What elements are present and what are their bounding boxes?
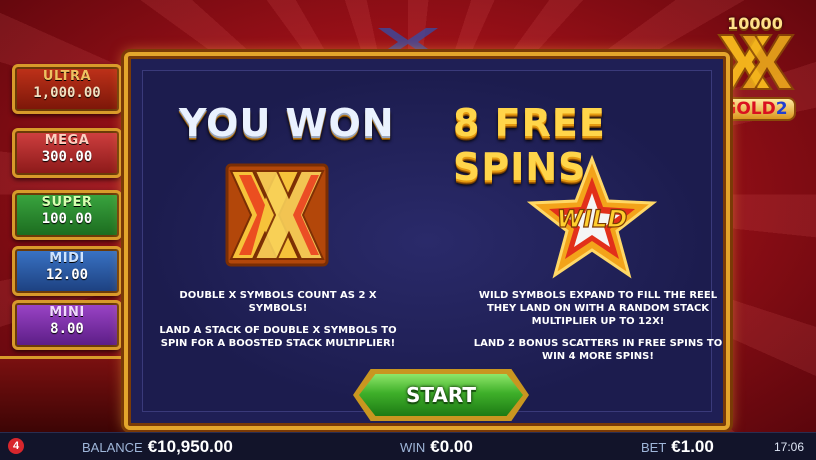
bet-display[interactable]: BET €1.00	[641, 436, 714, 458]
jackpot-super: SUPER 100.00	[12, 190, 122, 240]
wild-label: WILD	[557, 205, 628, 233]
clock-text: 17:06	[774, 440, 805, 454]
side-machine-decoration	[0, 356, 128, 435]
status-bar: BALANCE €10,950.00 WIN €0.00 BET €1.00 17:0…	[0, 432, 816, 460]
jackpot-super-name: SUPER	[41, 195, 93, 210]
wild-text-2: LAND 2 BONUS SCATTERS IN FREE SPINS TO W…	[473, 338, 723, 362]
jackpot-midi-name: MIDI	[49, 251, 85, 266]
double-x-text-2: LAND A STACK OF DOUBLE X SYMBOLS TO SPIN…	[159, 325, 397, 349]
jackpot-midi-value: 12.00	[45, 267, 89, 283]
menu-icon[interactable]: 4	[6, 436, 26, 456]
logo-multiplier: 10000	[727, 14, 783, 33]
jackpot-mini-name: MINI	[49, 305, 85, 320]
start-button-label: START	[405, 383, 477, 407]
jackpot-super-value: 100.00	[41, 211, 93, 227]
jackpot-ultra-value: 1,000.00	[33, 85, 101, 101]
jackpot-ultra: ULTRA 1,000.00	[12, 64, 122, 114]
popup-inner: YOU WON 8 FREE SPINS WILD DOUBLE X SYMBO…	[142, 70, 722, 421]
jackpot-mega-value: 300.00	[41, 149, 93, 165]
free-spins-popup: YOU WON 8 FREE SPINS WILD DOUBLE X SYMBO…	[124, 52, 730, 430]
balance-value: €10,950.00	[147, 437, 233, 456]
you-won-title: YOU WON	[179, 101, 395, 145]
wild-star-icon: WILD	[527, 155, 657, 279]
win-value: €0.00	[430, 437, 473, 456]
jackpot-midi: MIDI 12.00	[12, 246, 122, 296]
jackpot-mini-value: 8.00	[50, 321, 84, 337]
double-x-text-1: DOUBLE X SYMBOLS COUNT AS 2 X SYMBOLS!	[179, 290, 377, 314]
double-x-description: DOUBLE X SYMBOLS COUNT AS 2 X SYMBOLS! L…	[153, 289, 403, 359]
jackpot-mega: MEGA 300.00	[12, 128, 122, 178]
logo-sequel: 2	[775, 99, 788, 119]
jackpot-mini: MINI 8.00	[12, 300, 122, 350]
wild-text-1: WILD SYMBOLS EXPAND TO FILL THE REEL THE…	[478, 290, 718, 327]
jackpot-ultra-name: ULTRA	[42, 69, 92, 84]
jackpot-mega-name: MEGA	[44, 133, 90, 148]
start-button[interactable]: START	[353, 369, 529, 421]
bet-value: €1.00	[671, 437, 714, 456]
menu-badge: 4	[12, 440, 20, 452]
logo-brand-text: GOLD	[722, 99, 776, 119]
double-x-symbol-icon	[225, 163, 329, 267]
clock: 17:06	[774, 436, 804, 458]
bet-label: BET	[641, 440, 667, 455]
wild-description: WILD SYMBOLS EXPAND TO FILL THE REEL THE…	[473, 289, 723, 372]
balance-display: BALANCE €10,950.00	[82, 436, 233, 458]
win-display: WIN €0.00	[400, 436, 473, 458]
balance-label: BALANCE	[82, 440, 143, 455]
win-label: WIN	[400, 440, 426, 455]
